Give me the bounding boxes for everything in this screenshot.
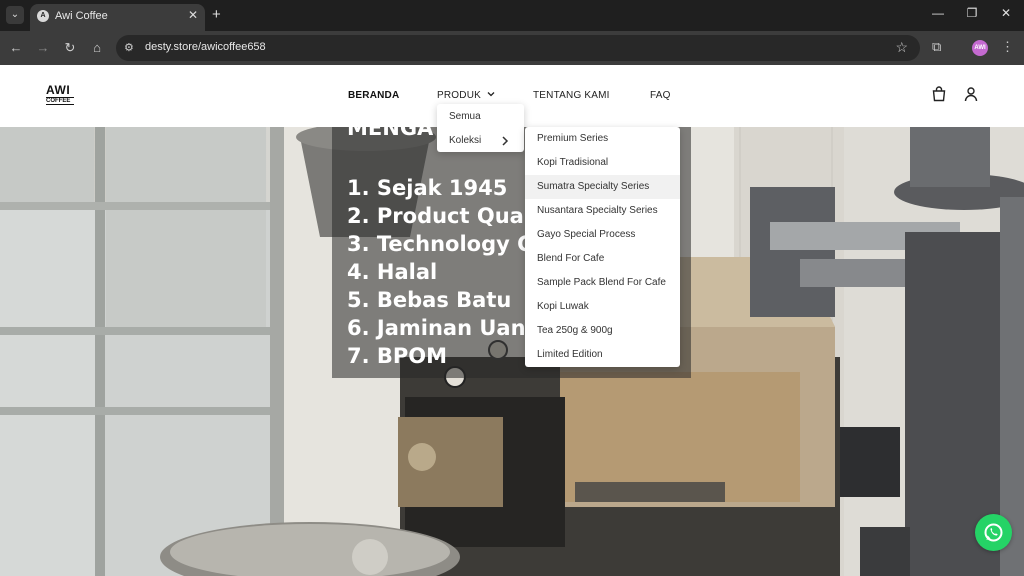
home-icon[interactable]: ⌂ xyxy=(89,40,105,55)
bookmark-star-icon[interactable]: ☆ xyxy=(895,39,908,56)
collection-item[interactable]: Sample Pack Blend For Cafe xyxy=(525,271,680,295)
collection-item[interactable]: Gayo Special Process xyxy=(525,223,680,247)
shopping-bag-icon[interactable] xyxy=(931,86,947,102)
user-icon[interactable] xyxy=(963,86,979,102)
reload-icon[interactable]: ↻ xyxy=(62,40,78,56)
profile-avatar[interactable]: AWI xyxy=(972,40,988,56)
tab-close-icon[interactable]: ✕ xyxy=(188,8,198,22)
browser-toolbar: ← → ↻ ⌂ ⚙ desty.store/awicoffee658 ☆ ⧉ A… xyxy=(0,31,1024,65)
hero-point: 1. Sejak 1945 xyxy=(347,176,508,200)
nav-products[interactable]: PRODUK xyxy=(437,90,495,101)
browser-menu-icon[interactable]: ⋮ xyxy=(1001,39,1014,55)
forward-icon[interactable]: → xyxy=(35,40,51,55)
hero-point: 7. BPOM xyxy=(347,344,448,368)
collection-item[interactable]: Kopi Tradisional xyxy=(525,151,680,175)
tab-search-button[interactable]: ⌄ xyxy=(6,6,24,24)
collection-item[interactable]: Premium Series xyxy=(525,127,680,151)
chevron-right-icon xyxy=(502,136,509,146)
nav-faq[interactable]: FAQ xyxy=(650,90,671,101)
nav-about[interactable]: TENTANG KAMI xyxy=(533,90,610,101)
hero-point: 2. Product Qua xyxy=(347,204,524,228)
restore-icon[interactable]: ❐ xyxy=(962,6,982,20)
window-close-icon[interactable]: ✕ xyxy=(996,6,1016,20)
site-info-icon[interactable]: ⚙ xyxy=(124,41,134,54)
whatsapp-icon xyxy=(984,523,1003,542)
collection-item[interactable]: Limited Edition xyxy=(525,343,680,367)
whatsapp-button[interactable] xyxy=(975,514,1012,551)
chevron-down-icon xyxy=(487,92,495,97)
logo-subtext: COFFEE xyxy=(46,97,74,105)
collection-item[interactable]: Kopi Luwak xyxy=(525,295,680,319)
products-dropdown: Semua Koleksi xyxy=(437,104,524,152)
collection-item[interactable]: Blend For Cafe xyxy=(525,247,680,271)
url-text: desty.store/awicoffee658 xyxy=(145,41,266,53)
minimize-icon[interactable]: — xyxy=(928,6,948,20)
hero-banner: MENGA 1. Sejak 1945 2. Product Qua 3. Te… xyxy=(0,127,1024,576)
hero-point: 5. Bebas Batu xyxy=(347,288,512,312)
new-tab-icon[interactable]: + xyxy=(212,6,221,23)
hero-heading: MENGA xyxy=(347,127,434,140)
hero-point: 6. Jaminan Uan xyxy=(347,316,526,340)
nav-home[interactable]: BERANDA xyxy=(348,90,399,101)
favicon-icon: A xyxy=(37,10,49,22)
dropdown-item-all[interactable]: Semua xyxy=(449,111,481,122)
collection-item[interactable]: Sumatra Specialty Series xyxy=(525,175,680,199)
browser-tab-bar: ⌄ A Awi Coffee ✕ + — ❐ ✕ xyxy=(0,0,1024,31)
hero-point: 4. Halal xyxy=(347,260,438,284)
extensions-icon[interactable]: ⧉ xyxy=(932,39,941,55)
nav-products-label: PRODUK xyxy=(437,90,481,101)
dropdown-item-collections[interactable]: Koleksi xyxy=(449,135,519,146)
hero-point: 3. Technology C xyxy=(347,232,533,256)
back-icon[interactable]: ← xyxy=(8,40,24,55)
logo-text: AWI xyxy=(46,83,71,97)
address-bar[interactable]: ⚙ desty.store/awicoffee658 ☆ xyxy=(116,35,920,61)
collections-label: Koleksi xyxy=(449,135,482,146)
collections-submenu: Premium Series Kopi Tradisional Sumatra … xyxy=(525,127,680,367)
collection-item[interactable]: Nusantara Specialty Series xyxy=(525,199,680,223)
browser-tab[interactable]: A Awi Coffee ✕ xyxy=(30,4,205,31)
collection-item[interactable]: Tea 250g & 900g xyxy=(525,319,680,343)
tab-title: Awi Coffee xyxy=(55,10,108,22)
site-logo[interactable]: AWI COFFEE xyxy=(46,83,74,105)
